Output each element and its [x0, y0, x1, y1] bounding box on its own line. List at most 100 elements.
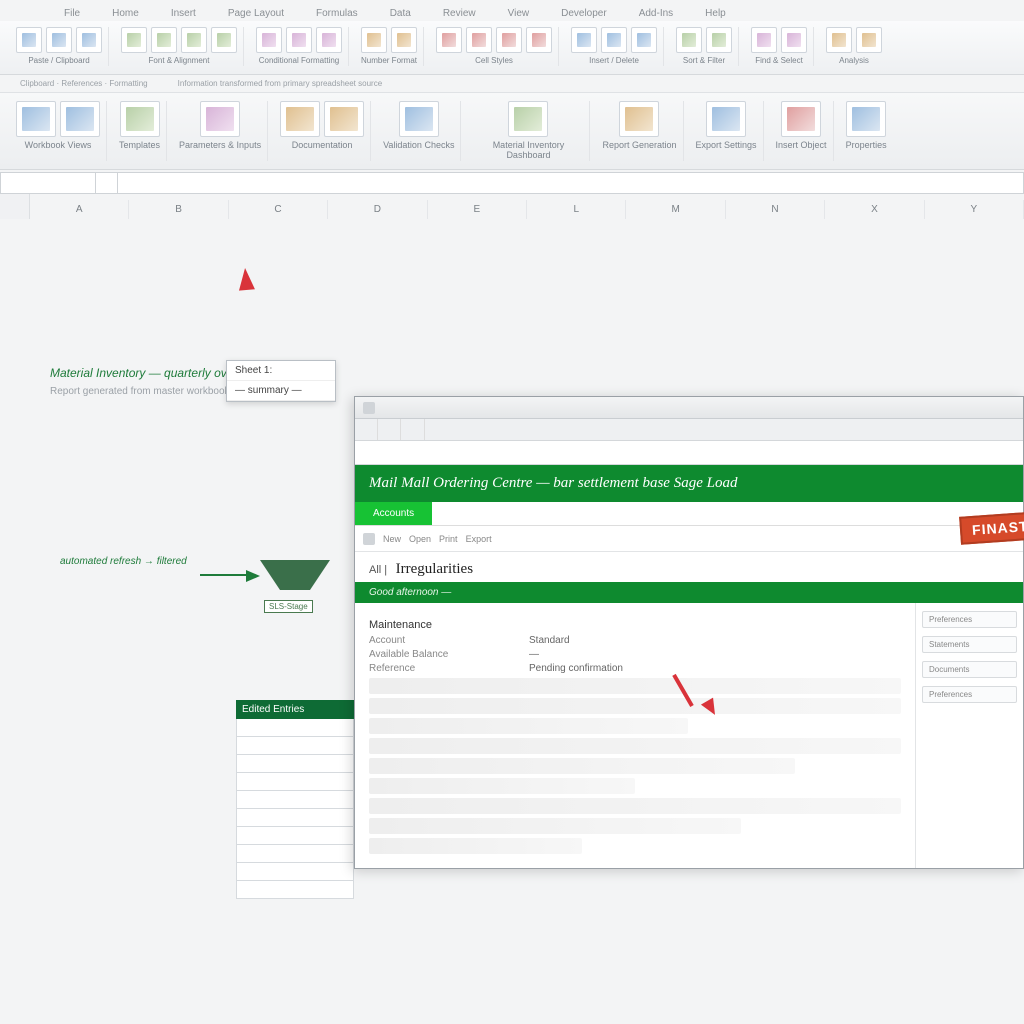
tab-insert[interactable]: Insert	[167, 6, 200, 21]
toolbar-item[interactable]: Open	[409, 534, 431, 544]
column-header[interactable]: N	[726, 200, 825, 219]
table-row[interactable]	[236, 881, 354, 899]
ribbon-command-icon[interactable]	[280, 101, 320, 137]
table-row[interactable]	[236, 827, 354, 845]
column-header[interactable]: D	[328, 200, 427, 219]
ribbon-command-icon[interactable]	[846, 101, 886, 137]
fx-button[interactable]	[96, 172, 118, 194]
column-header[interactable]: X	[825, 200, 924, 219]
ribbon-command-icon[interactable]	[361, 27, 387, 53]
ribbon-command-icon[interactable]	[16, 27, 42, 53]
table-row[interactable]	[236, 845, 354, 863]
sheet-dropdown[interactable]: Sheet 1: — summary —	[226, 360, 336, 402]
ribbon-command-icon[interactable]	[826, 27, 852, 53]
tab-home[interactable]: Home	[108, 6, 143, 21]
column-header[interactable]: B	[129, 200, 228, 219]
tab-formulas[interactable]: Formulas	[312, 6, 362, 21]
tab-data[interactable]: Data	[386, 6, 415, 21]
table-row[interactable]	[236, 719, 354, 737]
ribbon-command-icon[interactable]	[706, 101, 746, 137]
ribbon-command-icon[interactable]	[781, 101, 821, 137]
side-item[interactable]: Preferences	[922, 611, 1017, 628]
ribbon-command-icon[interactable]	[706, 27, 732, 53]
column-header[interactable]: L	[527, 200, 626, 219]
overlay-greeting-bar: Good afternoon —	[355, 582, 1023, 603]
ribbon-command-icon[interactable]	[316, 27, 342, 53]
ribbon-command-icon[interactable]	[200, 101, 240, 137]
column-header[interactable]: A	[30, 200, 129, 219]
ribbon-group-label: Templates	[119, 141, 160, 151]
ribbon-command-icon[interactable]	[619, 101, 659, 137]
side-item[interactable]: Documents	[922, 661, 1017, 678]
ribbon-command-icon[interactable]	[526, 27, 552, 53]
table-row[interactable]	[236, 791, 354, 809]
ribbon-command-icon[interactable]	[286, 27, 312, 53]
table-row[interactable]	[236, 773, 354, 791]
ribbon-group-label: Report Generation	[602, 141, 676, 151]
tab-developer[interactable]: Developer	[557, 6, 611, 21]
ribbon-command-icon[interactable]	[121, 27, 147, 53]
side-item[interactable]: Preferences	[922, 686, 1017, 703]
toolbar-icon[interactable]	[363, 533, 375, 545]
ribbon-command-icon[interactable]	[508, 101, 548, 137]
overlay-active-tab[interactable]: Accounts	[355, 502, 432, 525]
overlay-side-panel: Preferences Statements Documents Prefere…	[915, 603, 1023, 868]
ribbon-command-icon[interactable]	[324, 101, 364, 137]
browser-tab[interactable]	[401, 419, 424, 440]
name-box-input[interactable]	[0, 172, 96, 194]
ribbon-command-icon[interactable]	[781, 27, 807, 53]
ribbon-command-icon[interactable]	[466, 27, 492, 53]
ribbon-command-icon[interactable]	[391, 27, 417, 53]
ribbon-command-icon[interactable]	[46, 27, 72, 53]
ribbon-command-icon[interactable]	[436, 27, 462, 53]
overlay-url-bar[interactable]	[355, 441, 1023, 465]
ribbon-command-icon[interactable]	[256, 27, 282, 53]
column-header[interactable]: M	[626, 200, 725, 219]
detail-row: Available Balance —	[369, 649, 901, 660]
tab-view[interactable]: View	[504, 6, 534, 21]
table-row[interactable]	[236, 737, 354, 755]
tab-addins[interactable]: Add-Ins	[635, 6, 677, 21]
ribbon-command-icon[interactable]	[399, 101, 439, 137]
table-row[interactable]	[236, 755, 354, 773]
overlay-titlebar[interactable]	[355, 397, 1023, 419]
ribbon-command-icon[interactable]	[631, 27, 657, 53]
ribbon-command-icon[interactable]	[571, 27, 597, 53]
tab-review[interactable]: Review	[439, 6, 480, 21]
ribbon-command-icon[interactable]	[856, 27, 882, 53]
ribbon-command-icon[interactable]	[676, 27, 702, 53]
table-row[interactable]	[236, 863, 354, 881]
ribbon-command-icon[interactable]	[60, 101, 100, 137]
toolbar-item[interactable]: Export	[466, 534, 492, 544]
toolbar-item[interactable]: New	[383, 534, 401, 544]
ribbon-group: Documentation	[274, 101, 371, 161]
column-header[interactable]: Y	[925, 200, 1024, 219]
formula-input[interactable]	[118, 172, 1024, 194]
ribbon-command-icon[interactable]	[751, 27, 777, 53]
side-item[interactable]: Statements	[922, 636, 1017, 653]
ribbon-group: Material Inventory Dashboard	[467, 101, 590, 161]
ribbon-command-icon[interactable]	[496, 27, 522, 53]
tab-file[interactable]: File	[60, 6, 84, 21]
ribbon-command-icon[interactable]	[16, 101, 56, 137]
tab-help[interactable]: Help	[701, 6, 730, 21]
select-all-corner[interactable]	[0, 194, 30, 219]
browser-tab[interactable]	[378, 419, 401, 440]
edited-entries-table: Edited Entries	[236, 700, 354, 899]
ribbon-command-icon[interactable]	[181, 27, 207, 53]
ribbon-command-icon[interactable]	[120, 101, 160, 137]
dropdown-option[interactable]: — summary —	[227, 381, 335, 401]
column-header[interactable]: C	[229, 200, 328, 219]
tab-pagelayout[interactable]: Page Layout	[224, 6, 288, 21]
ribbon-command-icon[interactable]	[211, 27, 237, 53]
ribbon-group: Font & Alignment	[115, 27, 244, 66]
column-header[interactable]: E	[428, 200, 527, 219]
overlay-window: Mail Mall Ordering Centre — bar settleme…	[354, 396, 1024, 869]
table-row[interactable]	[236, 809, 354, 827]
ribbon-command-icon[interactable]	[151, 27, 177, 53]
ribbon-command-icon[interactable]	[601, 27, 627, 53]
browser-tab[interactable]	[355, 419, 378, 440]
dropdown-option[interactable]: Sheet 1:	[227, 361, 335, 381]
toolbar-item[interactable]: Print	[439, 534, 458, 544]
ribbon-command-icon[interactable]	[76, 27, 102, 53]
